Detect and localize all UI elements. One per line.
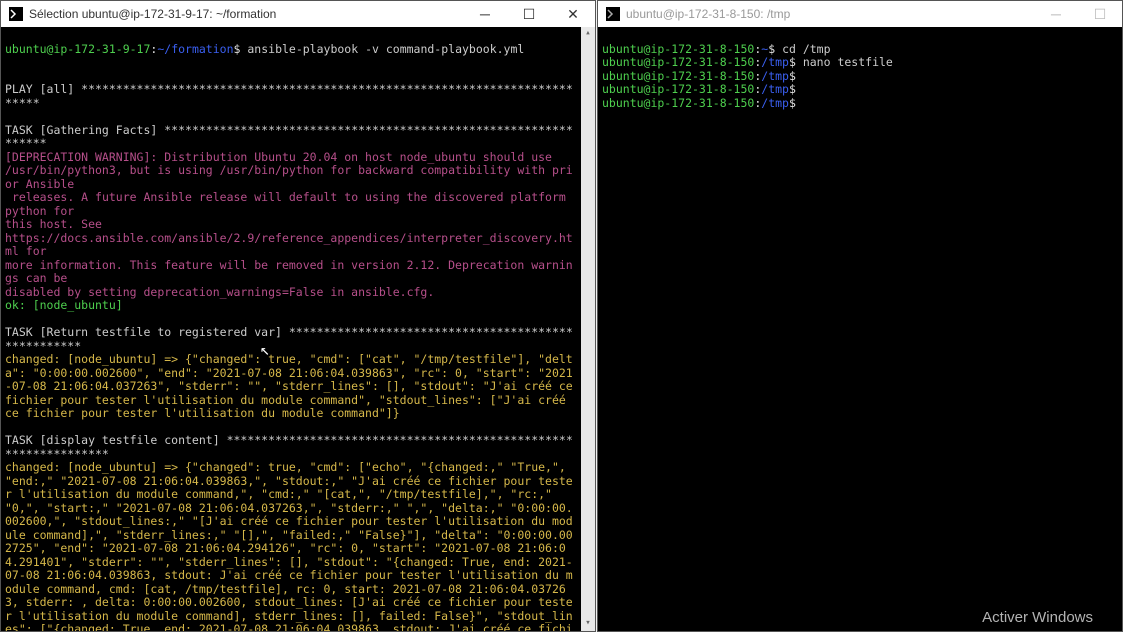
- left-titlebar[interactable]: Sélection ubuntu@ip-172-31-9-17: ~/forma…: [1, 1, 595, 27]
- right-titlebar[interactable]: ubuntu@ip-172-31-8-150: /tmp ─ ☐: [598, 1, 1122, 27]
- window-controls: ─ ☐: [1034, 1, 1122, 27]
- terminal-icon: [9, 7, 23, 21]
- deprecation-warning: [DEPRECATION WARNING]: Distribution Ubun…: [5, 150, 552, 164]
- prompt-user: ubuntu@ip-172-31-8-150: [602, 42, 754, 56]
- minimize-button[interactable]: ─: [463, 1, 507, 27]
- ok-result: ok: [node_ubuntu]: [5, 298, 123, 312]
- right-terminal-window: ubuntu@ip-172-31-8-150: /tmp ─ ☐ ubuntu@…: [597, 0, 1123, 632]
- window-controls: ─ ☐ ✕: [463, 1, 595, 27]
- prompt-user: ubuntu@ip-172-31-9-17: [5, 42, 150, 56]
- task-return: TASK [Return testfile to registered var]: [5, 325, 282, 339]
- maximize-button[interactable]: ☐: [1078, 1, 1122, 27]
- scroll-up-icon[interactable]: ▴: [581, 27, 595, 41]
- task-display: TASK [display testfile content]: [5, 433, 220, 447]
- minimize-button[interactable]: ─: [1034, 1, 1078, 27]
- close-button[interactable]: ✕: [551, 1, 595, 27]
- window-title: ubuntu@ip-172-31-8-150: /tmp: [626, 7, 790, 21]
- scrollbar[interactable]: ▴ ▾: [581, 27, 595, 631]
- left-terminal-body[interactable]: ubuntu@ip-172-31-9-17:~/formation$ ansib…: [1, 27, 595, 631]
- maximize-button[interactable]: ☐: [507, 1, 551, 27]
- cmd-nano: nano testfile: [803, 55, 893, 69]
- changed-result-1: changed: [node_ubuntu] => {"changed": tr…: [5, 352, 580, 420]
- prompt-path: ~/formation: [157, 42, 233, 56]
- terminal-icon: [606, 7, 620, 21]
- left-terminal-window: Sélection ubuntu@ip-172-31-9-17: ~/forma…: [0, 0, 596, 632]
- changed-result-2: changed: [node_ubuntu] => {"changed": tr…: [5, 460, 573, 631]
- right-terminal-body[interactable]: ubuntu@ip-172-31-8-150:~$ cd /tmp ubuntu…: [598, 27, 1122, 631]
- scroll-down-icon[interactable]: ▾: [581, 617, 595, 631]
- play-all: PLAY [all]: [5, 82, 74, 96]
- window-title: Sélection ubuntu@ip-172-31-9-17: ~/forma…: [29, 7, 276, 21]
- cmd-cd: cd /tmp: [782, 42, 830, 56]
- task-facts: TASK [Gathering Facts]: [5, 123, 157, 137]
- command-text: ansible-playbook -v command-playbook.yml: [247, 42, 524, 56]
